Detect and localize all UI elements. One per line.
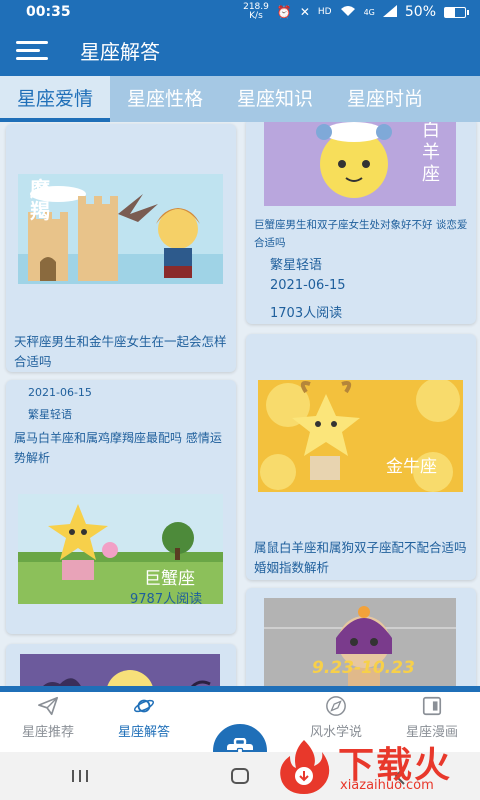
- taurus-art-label: 金牛座: [386, 457, 437, 477]
- aries-art-label: 白羊座: [422, 122, 440, 185]
- menu-icon[interactable]: [0, 24, 80, 76]
- home-icon: [231, 768, 249, 784]
- app-bar: 星座解答: [0, 24, 480, 76]
- tab-personality[interactable]: 星座性格: [110, 76, 220, 122]
- article-date: 2021-06-15: [28, 386, 92, 399]
- recent-apps-icon: [72, 770, 88, 782]
- article-card[interactable]: 9.23-10.23: [246, 588, 476, 690]
- signal-label: 4G: [363, 7, 375, 17]
- article-author: 繁星轻语: [28, 408, 72, 421]
- status-indicators: 218.9 K/s ⏰ ✕ HD 4G 50%: [243, 3, 469, 21]
- hd-label: HD: [317, 7, 332, 17]
- paper-plane-icon: [38, 696, 58, 716]
- planet-icon: [133, 699, 155, 713]
- tab-fashion[interactable]: 星座时尚: [330, 76, 440, 122]
- article-reads: 1703人阅读: [270, 306, 343, 321]
- aries-illustration: 白羊座: [264, 122, 456, 206]
- category-tabs: 星座爱情 星座性格 星座知识 星座时尚: [0, 76, 480, 122]
- network-speed-unit: K/s: [249, 11, 263, 21]
- cell-signal-icon: [382, 4, 397, 20]
- cancer-art-label: 巨蟹座: [144, 569, 195, 589]
- libra-art-label: 9.23-10.23: [312, 658, 415, 678]
- capricorn-art-label: 摩羯: [30, 177, 50, 223]
- nav-recommend[interactable]: 星座推荐: [0, 695, 96, 752]
- article-author: 繁星轻语: [270, 258, 323, 273]
- halloween-illustration: [20, 654, 220, 690]
- article-feed: 摩羯 天秤座男生和金牛座女生在一起会怎样 合适吗 白羊座 巨蟹座男生和双子座女生…: [0, 122, 480, 690]
- article-title: 巨蟹座男生和双子座女生处对象好不好 谈恋爱合适吗: [254, 219, 468, 249]
- article-card[interactable]: 摩羯 天秤座男生和金牛座女生在一起会怎样 合适吗: [6, 124, 236, 372]
- nav-answers-label: 星座解答: [117, 725, 170, 740]
- nav-recommend-label: 星座推荐: [21, 725, 74, 740]
- article-title: 属鼠白羊座和属狗双子座配不配合适吗 婚姻指数解析: [254, 540, 467, 575]
- status-bar: 00:35 218.9 K/s ⏰ ✕ HD 4G 50%: [0, 0, 480, 24]
- cancer-illustration: 巨蟹座 9787人阅读: [18, 494, 223, 604]
- page-title: 星座解答: [80, 39, 160, 64]
- article-date: 2021-06-15: [270, 278, 346, 293]
- alarm-icon: ⏰: [276, 5, 292, 19]
- tab-love[interactable]: 星座爱情: [0, 76, 111, 122]
- comic-icon: [422, 696, 442, 716]
- libra-illustration: 9.23-10.23: [264, 598, 456, 690]
- recent-apps-button[interactable]: [0, 768, 160, 784]
- taurus-illustration: 金牛座: [258, 380, 463, 492]
- article-card[interactable]: [6, 644, 236, 690]
- article-title: 天秤座男生和金牛座女生在一起会怎样 合适吗: [14, 334, 227, 369]
- flame-logo-icon: [280, 740, 330, 794]
- wifi-icon: [340, 5, 356, 20]
- battery-percent: 50%: [404, 4, 436, 20]
- battery-level: [445, 7, 455, 17]
- vibrate-icon: ✕: [299, 5, 310, 19]
- status-time: 00:35: [26, 4, 71, 20]
- article-title: 属马白羊座和属鸡摩羯座最配吗 感情运势解析: [14, 431, 222, 465]
- article-reads: 9787人阅读: [130, 592, 203, 604]
- nav-answers[interactable]: 星座解答: [96, 695, 192, 752]
- network-speed: 218.9 K/s: [243, 3, 269, 21]
- compass-icon: [326, 696, 346, 716]
- article-card[interactable]: 2021-06-15 繁星轻语 属马白羊座和属鸡摩羯座最配吗 感情运势解析 巨蟹…: [6, 380, 236, 634]
- tab-knowledge[interactable]: 星座知识: [220, 76, 330, 122]
- battery-icon: [444, 6, 469, 18]
- watermark-url: xiazaihuo.com: [340, 778, 434, 793]
- article-card[interactable]: 白羊座 巨蟹座男生和双子座女生处对象好不好 谈恋爱合适吗 繁星轻语 2021-0…: [246, 122, 476, 324]
- watermark: 下载火 xiazaihuo.com: [274, 734, 474, 796]
- capricorn-illustration: 摩羯: [18, 174, 223, 284]
- article-card[interactable]: 金牛座 属鼠白羊座和属狗双子座配不配合适吗 婚姻指数解析: [246, 334, 476, 580]
